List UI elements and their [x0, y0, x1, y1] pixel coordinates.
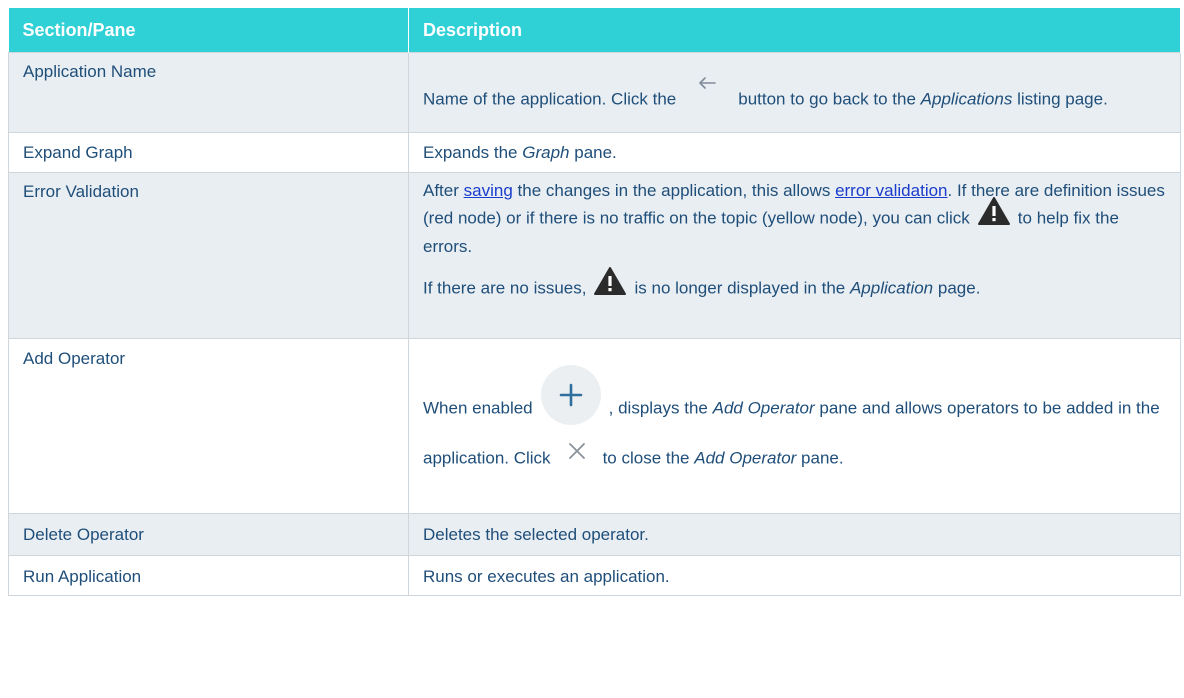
- table-row: Run Application Runs or executes an appl…: [8, 555, 1181, 596]
- header-description: Description: [408, 8, 1181, 53]
- desc-text: listing page.: [1017, 89, 1108, 109]
- desc-text: Deletes the selected operator.: [423, 525, 649, 544]
- cell-section: Delete Operator: [8, 513, 409, 556]
- table-row: Delete Operator Deletes the selected ope…: [8, 513, 1181, 556]
- desc-emphasis: Application: [849, 278, 934, 298]
- desc-text: After: [423, 181, 459, 200]
- desc-text: button to go back to the: [738, 89, 916, 109]
- table-header-row: Section/Pane Description: [8, 8, 1181, 53]
- desc-text: Expands the: [423, 143, 518, 162]
- desc-emphasis: Graph: [522, 143, 570, 162]
- header-section-pane: Section/Pane: [8, 8, 409, 53]
- cell-section: Error Validation: [8, 172, 409, 339]
- desc-emphasis: Add Operator: [712, 398, 815, 418]
- error-validation-link[interactable]: error validation: [835, 181, 947, 200]
- desc-emphasis: Add Operator: [694, 448, 797, 468]
- desc-text: pane.: [574, 143, 617, 162]
- warning-triangle-icon: [592, 264, 628, 298]
- desc-text: pane.: [801, 448, 844, 468]
- cell-description: Deletes the selected operator.: [408, 513, 1181, 556]
- cell-description: After saving the changes in the applicat…: [408, 172, 1181, 339]
- desc-text: When enabled: [423, 398, 533, 418]
- desc-text: , displays the: [608, 398, 708, 418]
- desc-text: Name of the application. Click the: [423, 89, 677, 109]
- cell-description: Expands the Graph pane.: [408, 132, 1181, 173]
- cell-description: When enabled, displays the Add Operator …: [408, 338, 1181, 514]
- section-name: Run Application: [23, 567, 142, 586]
- back-arrow-icon: [686, 67, 728, 109]
- section-name: Error Validation: [23, 182, 139, 201]
- table-row: Add Operator When enabled, displays the …: [8, 338, 1181, 514]
- cell-section: Add Operator: [8, 338, 409, 514]
- table-row: Expand Graph Expands the Graph pane.: [8, 132, 1181, 173]
- saving-link[interactable]: saving: [464, 181, 513, 200]
- cell-section: Run Application: [8, 555, 409, 596]
- warning-triangle-icon: [976, 194, 1012, 228]
- desc-emphasis: Applications: [920, 89, 1013, 109]
- section-name: Add Operator: [23, 349, 126, 368]
- section-description-table: Section/Pane Description Application Nam…: [8, 8, 1181, 596]
- desc-text: the changes in the application, this all…: [517, 181, 831, 200]
- close-x-icon: [559, 433, 595, 469]
- cell-description: Name of the application. Click the button…: [408, 52, 1181, 133]
- desc-text: If there are no issues,: [423, 278, 587, 298]
- desc-text: Runs or executes an application.: [423, 567, 670, 586]
- cell-section: Application Name: [8, 52, 409, 133]
- desc-paragraph: If there are no issues, is no longer disp…: [423, 267, 1170, 306]
- cell-description: Runs or executes an application.: [408, 555, 1181, 596]
- add-plus-icon: [539, 363, 603, 427]
- cell-section: Expand Graph: [8, 132, 409, 173]
- table-row: Application Name Name of the application…: [8, 52, 1181, 133]
- section-name: Application Name: [23, 62, 157, 81]
- desc-text: page.: [937, 278, 981, 298]
- desc-text: is no longer displayed in the: [634, 278, 846, 298]
- table-row: Error Validation After saving the change…: [8, 172, 1181, 339]
- section-name: Delete Operator: [23, 525, 144, 544]
- section-name: Expand Graph: [23, 143, 133, 162]
- desc-paragraph: After saving the changes in the applicat…: [423, 180, 1170, 258]
- desc-text: to close the: [602, 448, 690, 468]
